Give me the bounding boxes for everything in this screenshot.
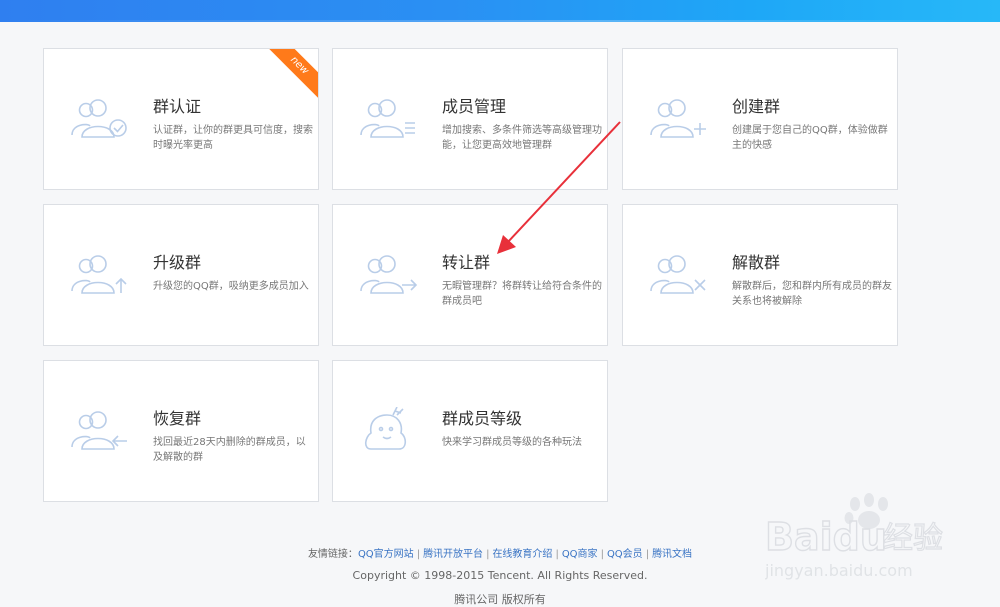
new-badge: new: [260, 49, 318, 105]
top-banner: [0, 0, 1000, 22]
card-title: 恢复群: [153, 409, 202, 428]
card-description: 无暇管理群？将群转让给符合条件的群成员吧: [442, 281, 602, 307]
group-list-icon: [360, 99, 415, 138]
member-level-icon: [364, 407, 407, 450]
friend-links: 友情链接：QQ官方网站 | 腾讯开放平台 | 在线教育介绍 | QQ商家 | QQ会员 | 腾讯文档: [0, 545, 1000, 560]
card-description: 认证群，让你的群更具可信度，搜索时曝光率更高: [153, 125, 313, 151]
link-qq-official[interactable]: QQ官方网站: [358, 549, 414, 560]
link-separator: |: [645, 549, 650, 560]
card-upgrade-group[interactable]: 升级群 升级您的QQ群，吸纳更多成员加入: [43, 204, 319, 346]
group-dismiss-icon: [650, 255, 706, 294]
card-title: 转让群: [442, 253, 491, 272]
copyright-text: Copyright © 1998-2015 Tencent. All Right…: [352, 569, 648, 582]
link-qq-merchant[interactable]: QQ商家: [562, 549, 598, 560]
link-separator: |: [486, 549, 490, 560]
card-create-group[interactable]: 创建群 创建属于您自己的QQ群，体验做群主的快感: [622, 48, 898, 190]
card-title: 升级群: [153, 253, 202, 272]
card-title: 成员管理: [442, 97, 507, 116]
link-separator: |: [555, 549, 559, 560]
card-title: 群成员等级: [442, 409, 523, 428]
card-member-level[interactable]: 群成员等级 快来学习群成员等级的各种玩法: [332, 360, 608, 502]
card-title: 群认证: [153, 97, 202, 116]
group-restore-icon: [71, 411, 127, 450]
card-group-verify[interactable]: 群认证 认证群，让你的群更具可信度，搜索时曝光率更高 new: [43, 48, 319, 190]
link-qq-vip[interactable]: QQ会员: [607, 549, 643, 560]
card-description: 解散群后，您和群内所有成员的群友关系也将被解除: [732, 281, 892, 307]
card-transfer-group[interactable]: 转让群 无暇管理群？将群转让给符合条件的群成员吧: [332, 204, 608, 346]
friend-links-label: 友情链接：: [307, 549, 358, 560]
card-description: 快来学习群成员等级的各种玩法: [442, 437, 582, 448]
link-tencent-docs[interactable]: 腾讯文档: [652, 549, 692, 560]
group-transfer-icon: [360, 255, 418, 294]
card-description: 创建属于您自己的QQ群，体验做群主的快感: [732, 125, 888, 151]
card-description: 增加搜索、多条件筛选等高级管理功能，让您更高效地管理群: [442, 125, 602, 151]
card-member-manage[interactable]: 成员管理 增加搜索、多条件筛选等高级管理功能，让您更高效地管理群: [332, 48, 608, 190]
card-dismiss-group[interactable]: 解散群 解散群后，您和群内所有成员的群友关系也将被解除: [622, 204, 898, 346]
group-upgrade-icon: [71, 255, 127, 294]
card-restore-group[interactable]: 恢复群 找回最近28天内删除的群成员，以及解散的群: [43, 360, 319, 502]
card-description: 升级您的QQ群，吸纳更多成员加入: [153, 281, 309, 292]
link-online-edu[interactable]: 在线教育介绍: [492, 549, 552, 560]
group-add-icon: [650, 99, 706, 138]
link-separator: |: [416, 549, 421, 560]
card-title: 创建群: [732, 97, 781, 116]
link-separator: |: [600, 549, 604, 560]
group-verified-icon: [71, 99, 127, 138]
card-description: 找回最近28天内删除的群成员，以及解散的群: [153, 437, 306, 463]
card-title: 解散群: [732, 253, 781, 272]
company-text: 腾讯公司 版权所有: [454, 593, 546, 606]
link-tencent-open[interactable]: 腾讯开放平台: [423, 549, 483, 560]
